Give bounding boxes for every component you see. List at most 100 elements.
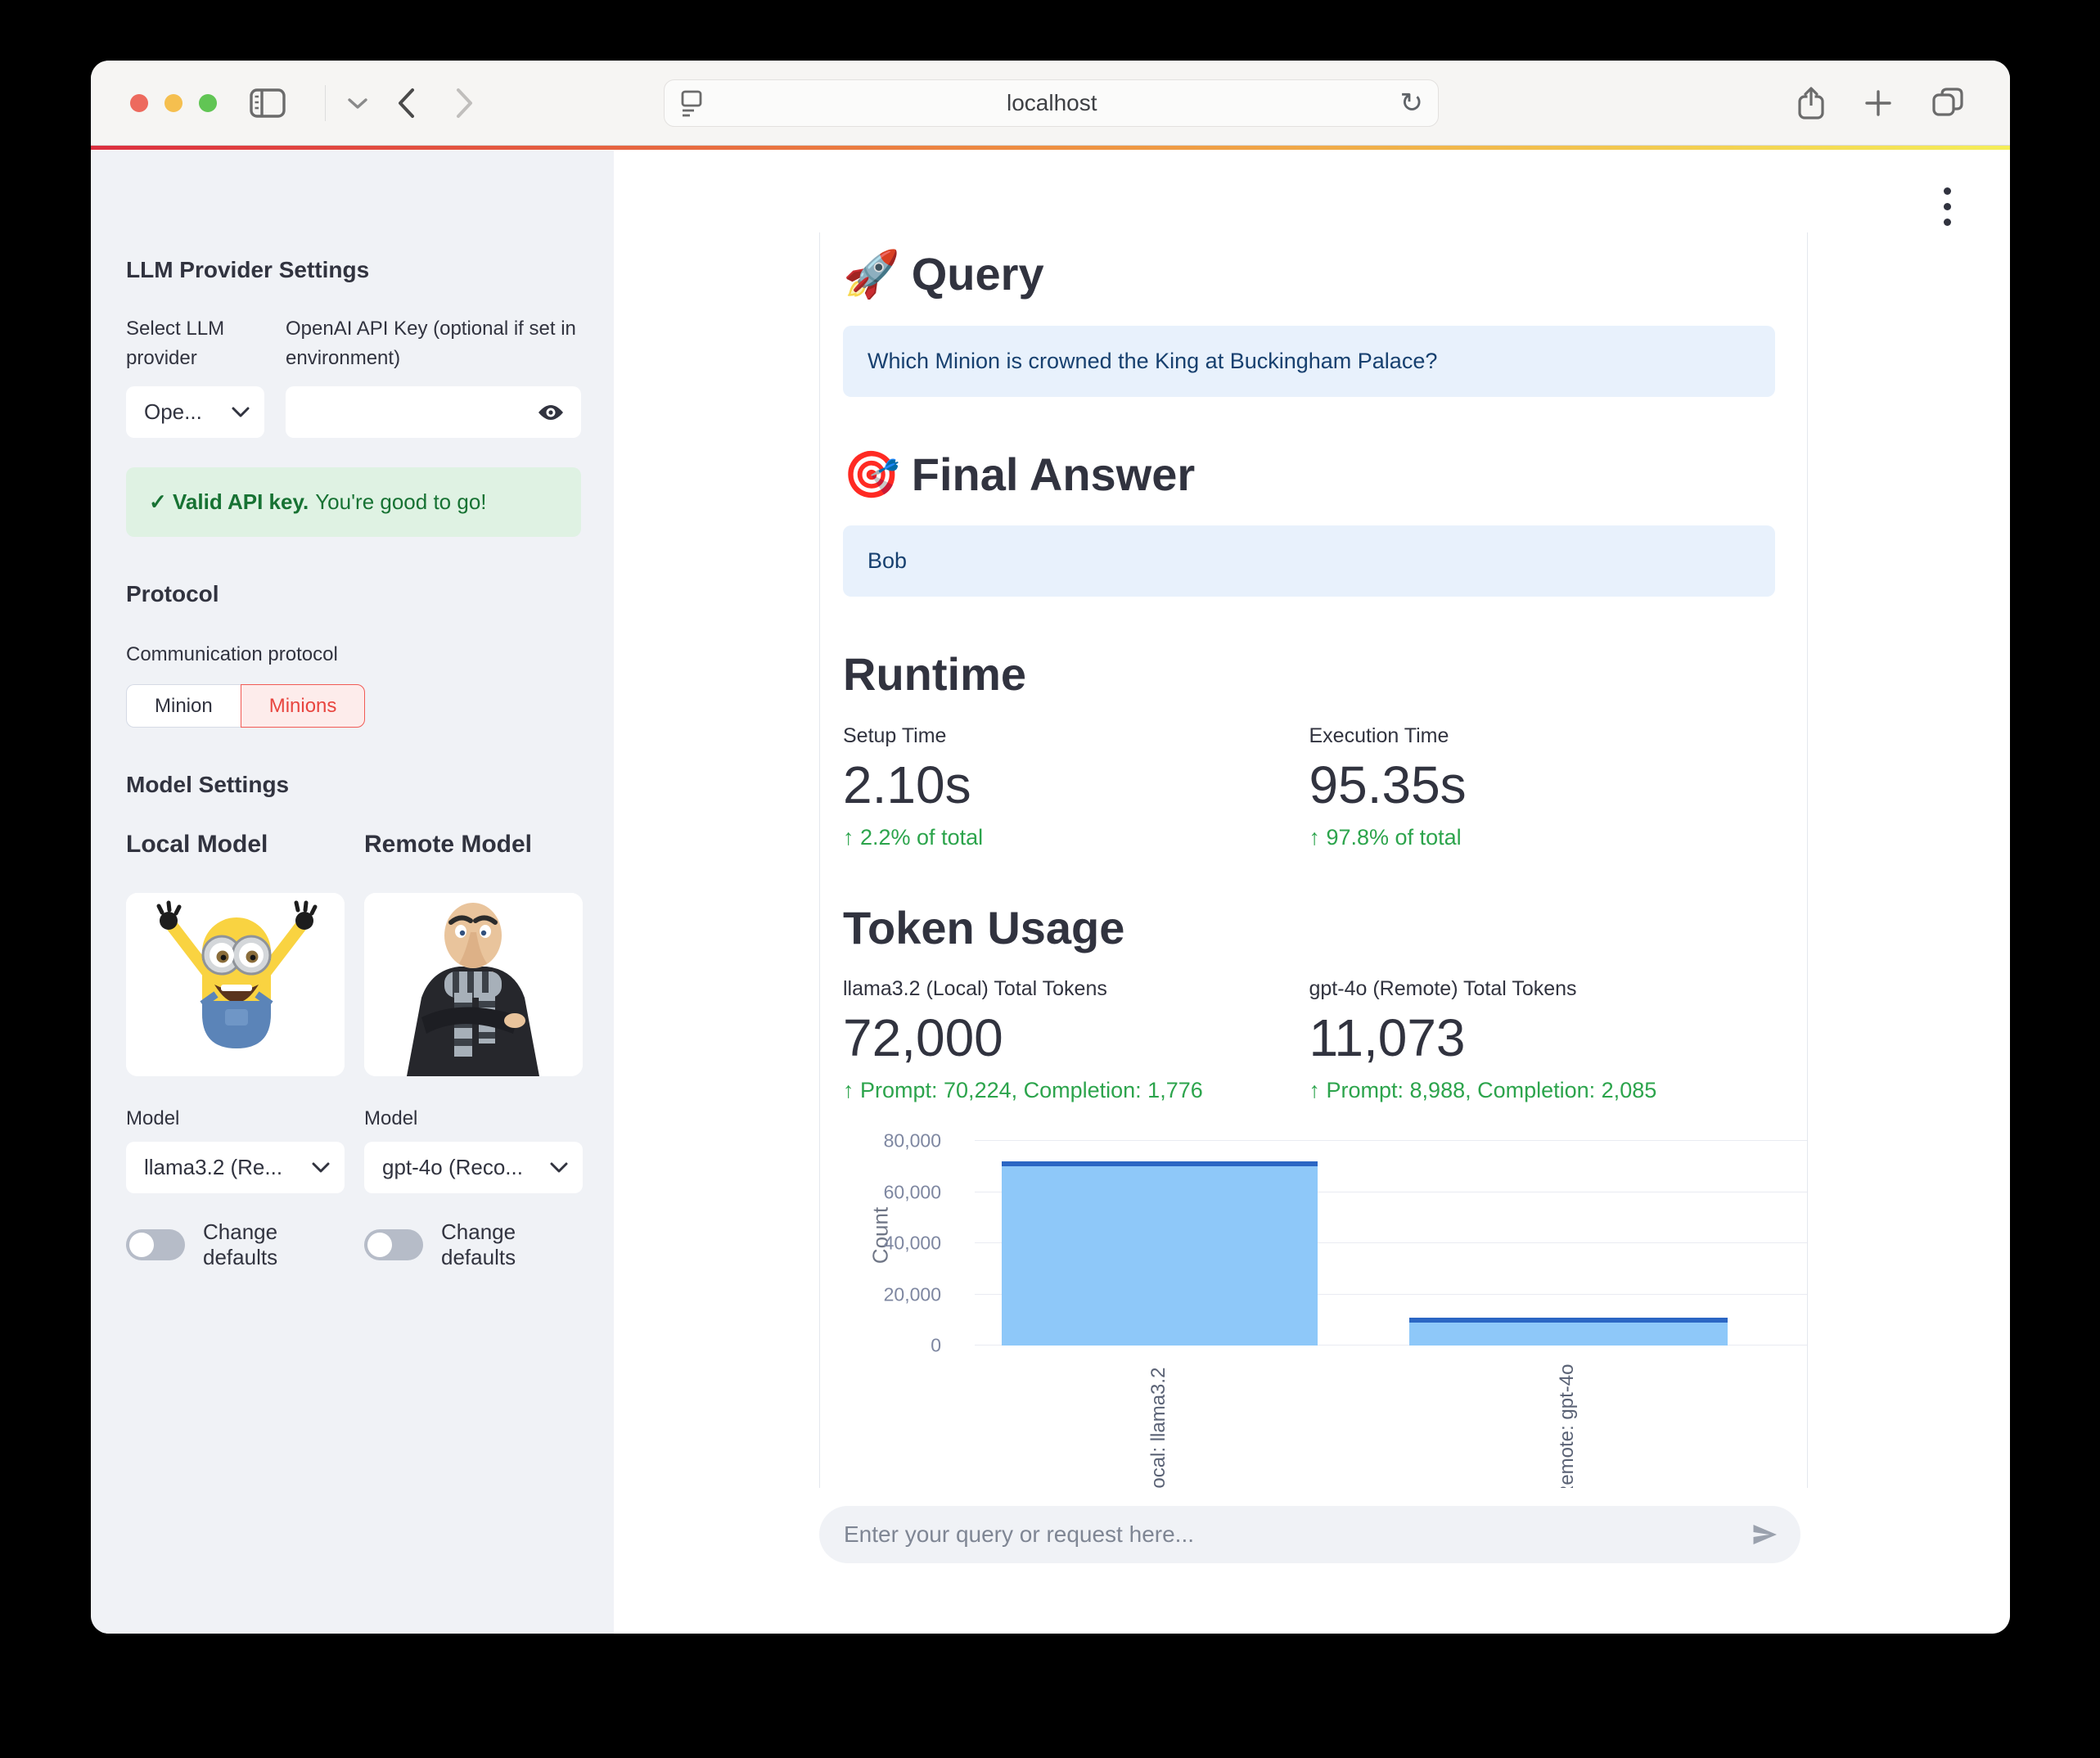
close-button[interactable] — [130, 94, 148, 112]
remote-model-select-label: Model — [364, 1107, 583, 1130]
chart-y-tick-label: 20,000 — [884, 1283, 941, 1305]
api-status-rest: You're good to go! — [315, 489, 486, 514]
local-model-select-label: Model — [126, 1107, 345, 1130]
remote-model-select[interactable]: gpt-4o (Reco... — [364, 1142, 583, 1193]
provider-select-value: Ope... — [144, 399, 232, 425]
chevron-down-icon — [550, 1162, 568, 1174]
metric-delta: ↑ 2.2% of total — [843, 825, 1309, 850]
back-button[interactable] — [396, 87, 416, 119]
main-content: 🚀Query Which Minion is crowned the King … — [614, 151, 2010, 1634]
local-model-image — [126, 893, 345, 1076]
chart-x-tick-label: Remote: gpt-4o — [1556, 1368, 1579, 1488]
rocket-icon: 🚀 — [843, 248, 900, 300]
toolbar-divider — [325, 85, 326, 121]
final-answer-box: Bob — [843, 525, 1775, 597]
traffic-lights — [130, 94, 217, 112]
execution-time-metric: Execution Time 95.35s ↑ 97.8% of total — [1309, 724, 1776, 850]
metric-label: llama3.2 (Local) Total Tokens — [843, 977, 1309, 1001]
tab-overview-icon[interactable] — [1931, 87, 1964, 119]
remote-model-title: Remote Model — [364, 831, 583, 859]
reader-icon[interactable] — [679, 89, 704, 117]
zoom-button[interactable] — [199, 94, 217, 112]
api-key-status-banner: ✓ Valid API key.You're good to go! — [126, 467, 581, 537]
remote-model-select-value: gpt-4o (Reco... — [382, 1155, 550, 1180]
chart-bar-prompt-segment — [1409, 1323, 1728, 1346]
chevron-down-icon — [312, 1162, 330, 1174]
sidebar: LLM Provider Settings Select LLM provide… — [91, 151, 614, 1634]
remote-tokens-metric: gpt-4o (Remote) Total Tokens 11,073 ↑ Pr… — [1309, 977, 1776, 1103]
api-status-bold: ✓ Valid API key. — [149, 489, 309, 514]
metric-value: 11,073 — [1309, 1007, 1776, 1068]
final-answer-text: Bob — [867, 548, 907, 574]
api-key-label: OpenAI API Key (optional if set in envir… — [286, 314, 581, 373]
remote-model-image — [364, 893, 583, 1076]
protocol-title: Protocol — [126, 581, 581, 607]
local-model-title: Local Model — [126, 831, 345, 859]
remote-change-defaults-toggle[interactable] — [364, 1229, 423, 1260]
metric-value: 72,000 — [843, 1007, 1309, 1068]
target-icon: 🎯 — [843, 449, 900, 500]
local-model-select[interactable]: llama3.2 (Re... — [126, 1142, 345, 1193]
token-usage-chart: Count 020,00040,00060,00080,000 Local: l… — [843, 1133, 1775, 1476]
minimize-button[interactable] — [164, 94, 183, 112]
chart-y-tick-label: 60,000 — [884, 1181, 941, 1203]
refresh-icon[interactable]: ↻ — [1400, 89, 1424, 117]
chevron-down-icon — [232, 407, 250, 418]
share-icon[interactable] — [1797, 86, 1825, 120]
metric-label: Setup Time — [843, 724, 1309, 748]
metric-value: 2.10s — [843, 755, 1309, 815]
protocol-option-minions[interactable]: Minions — [241, 684, 366, 728]
protocol-segmented-control: Minion Minions — [126, 684, 365, 728]
chart-y-ticks: 020,00040,00060,00080,000 — [843, 1141, 949, 1346]
chart-bar — [1002, 1161, 1318, 1346]
model-settings-title: Model Settings — [126, 772, 581, 798]
chart-gridline — [975, 1140, 1807, 1141]
results-container: 🚀Query Which Minion is crowned the King … — [819, 232, 1808, 1488]
protocol-label: Communication protocol — [126, 640, 581, 669]
metric-delta: ↑ Prompt: 70,224, Completion: 1,776 — [843, 1078, 1309, 1103]
chart-bar — [1409, 1318, 1728, 1346]
chart-y-tick-label: 80,000 — [884, 1130, 941, 1152]
metric-delta: ↑ 97.8% of total — [1309, 825, 1776, 850]
app-menu-button[interactable] — [1933, 187, 1961, 226]
url-text[interactable]: localhost — [704, 90, 1400, 116]
local-model-select-value: llama3.2 (Re... — [144, 1155, 312, 1180]
send-icon[interactable] — [1750, 1520, 1779, 1549]
chart-y-tick-label: 0 — [931, 1335, 941, 1357]
chat-placeholder: Enter your query or request here... — [844, 1521, 1750, 1548]
query-title: 🚀Query — [843, 249, 1775, 300]
local-toggle-label: Change defaults — [203, 1219, 345, 1270]
query-text: Which Minion is crowned the King at Buck… — [867, 349, 1437, 374]
chart-y-tick-label: 40,000 — [884, 1233, 941, 1255]
toolbar-chevron-down-icon[interactable] — [347, 97, 368, 110]
address-bar[interactable]: localhost ↻ — [664, 79, 1439, 127]
chat-input[interactable]: Enter your query or request here... — [819, 1506, 1800, 1563]
query-box: Which Minion is crowned the King at Buck… — [843, 326, 1775, 397]
app-decoration-bar — [91, 146, 2010, 150]
local-tokens-metric: llama3.2 (Local) Total Tokens 72,000 ↑ P… — [843, 977, 1309, 1103]
eye-icon[interactable] — [537, 403, 565, 422]
metric-delta: ↑ Prompt: 8,988, Completion: 2,085 — [1309, 1078, 1776, 1103]
sidebar-title: LLM Provider Settings — [126, 257, 581, 283]
chart-plot: Local: llama3.2Remote: gpt-4o — [975, 1141, 1807, 1346]
runtime-title: Runtime — [843, 649, 1775, 700]
api-key-input[interactable] — [286, 386, 581, 438]
browser-toolbar: localhost ↻ — [91, 61, 2010, 146]
chart-x-tick-label: Local: llama3.2 — [1147, 1368, 1170, 1488]
metric-label: Execution Time — [1309, 724, 1776, 748]
provider-select-label: Select LLM provider — [126, 314, 264, 373]
remote-toggle-label: Change defaults — [441, 1219, 583, 1270]
chart-bar-prompt-segment — [1002, 1166, 1318, 1346]
token-usage-title: Token Usage — [843, 903, 1775, 953]
protocol-option-minion[interactable]: Minion — [126, 684, 241, 728]
local-change-defaults-toggle[interactable] — [126, 1229, 185, 1260]
metric-label: gpt-4o (Remote) Total Tokens — [1309, 977, 1776, 1001]
metric-value: 95.35s — [1309, 755, 1776, 815]
new-tab-icon[interactable] — [1864, 89, 1892, 117]
forward-button[interactable] — [455, 87, 475, 119]
setup-time-metric: Setup Time 2.10s ↑ 2.2% of total — [843, 724, 1309, 850]
final-answer-title: 🎯Final Answer — [843, 449, 1775, 500]
sidebar-toggle-icon[interactable] — [250, 88, 286, 118]
provider-select[interactable]: Ope... — [126, 386, 264, 438]
browser-window: localhost ↻ LLM Provider Settings Select… — [91, 61, 2010, 1634]
